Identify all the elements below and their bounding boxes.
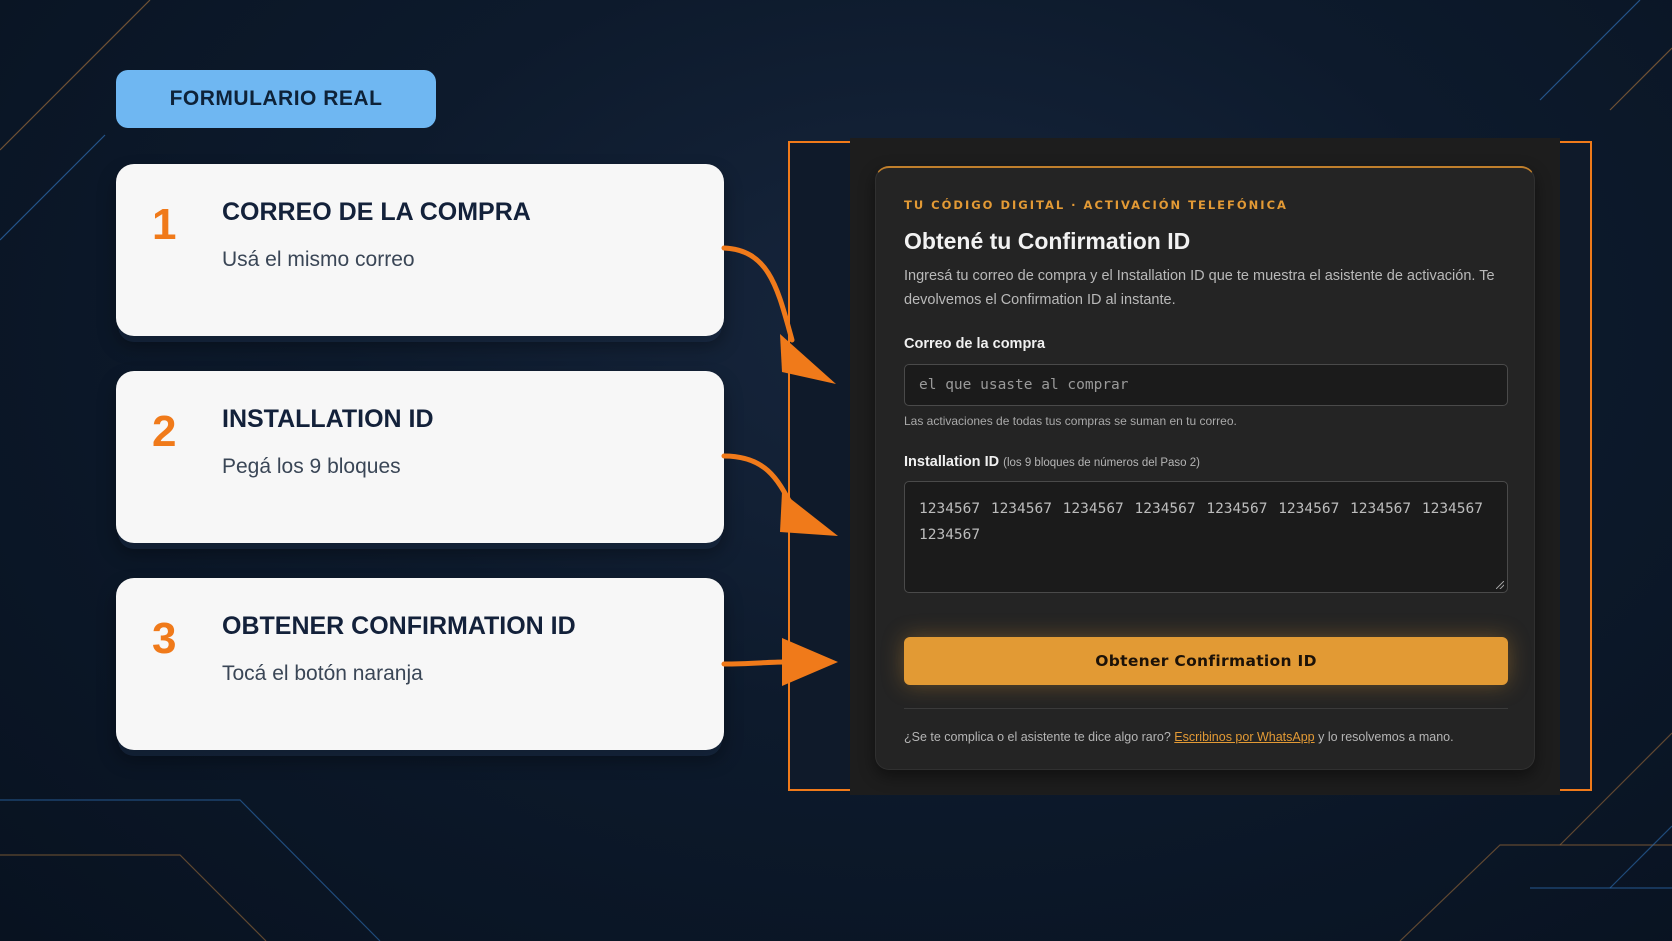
step-number: 2 bbox=[152, 407, 177, 456]
step-description: Usá el mismo correo bbox=[222, 248, 415, 271]
email-help-text: Las activaciones de todas tus compras se… bbox=[904, 414, 1237, 428]
step-card-1: 1 CORREO DE LA COMPRA Usá el mismo corre… bbox=[116, 164, 724, 336]
email-label: Correo de la compra bbox=[904, 336, 1046, 352]
form-footer: ¿Se te complica o el asistente te dice a… bbox=[904, 730, 1454, 744]
form-eyebrow: TU CÓDIGO DIGITAL · ACTIVACIÓN TELEFÓNIC… bbox=[904, 198, 1288, 212]
footer-text-after: y lo resolvemos a mano. bbox=[1318, 730, 1454, 744]
form-divider bbox=[904, 708, 1508, 709]
installation-id-value: 1234567 1234567 1234567 1234567 1234567 … bbox=[919, 501, 1483, 543]
step-title: INSTALLATION ID bbox=[222, 405, 434, 433]
form-description: Ingresá tu correo de compra y el Install… bbox=[904, 268, 1495, 308]
resize-handle-icon[interactable] bbox=[1496, 581, 1504, 589]
installation-id-label: Installation ID (los 9 bloques de número… bbox=[904, 454, 1200, 470]
form-title: Obtené tu Confirmation ID bbox=[904, 228, 1191, 254]
formulario-real-badge: FORMULARIO REAL bbox=[116, 70, 436, 128]
step-number: 1 bbox=[152, 200, 177, 249]
whatsapp-link[interactable]: Escribinos por WhatsApp bbox=[1174, 730, 1314, 744]
obtener-confirmation-id-button[interactable]: Obtener Confirmation ID bbox=[904, 637, 1508, 685]
step-title: CORREO DE LA COMPRA bbox=[222, 198, 531, 226]
installation-id-sublabel: (los 9 bloques de números del Paso 2) bbox=[1003, 457, 1201, 469]
step-description: Pegá los 9 bloques bbox=[222, 455, 401, 478]
confirmation-form-card: TU CÓDIGO DIGITAL · ACTIVACIÓN TELEFÓNIC… bbox=[875, 166, 1535, 770]
step-description: Tocá el botón naranja bbox=[222, 662, 423, 685]
installation-id-label-text: Installation ID bbox=[904, 454, 1000, 470]
step-number: 3 bbox=[152, 614, 177, 663]
email-input[interactable]: el que usaste al comprar bbox=[904, 364, 1508, 406]
step-card-2: 2 INSTALLATION ID Pegá los 9 bloques bbox=[116, 371, 724, 543]
step-card-3: 3 OBTENER CONFIRMATION ID Tocá el botón … bbox=[116, 578, 724, 750]
installation-id-textarea[interactable]: 1234567 1234567 1234567 1234567 1234567 … bbox=[904, 481, 1508, 593]
footer-text-before: ¿Se te complica o el asistente te dice a… bbox=[904, 730, 1171, 744]
step-title: OBTENER CONFIRMATION ID bbox=[222, 612, 576, 640]
